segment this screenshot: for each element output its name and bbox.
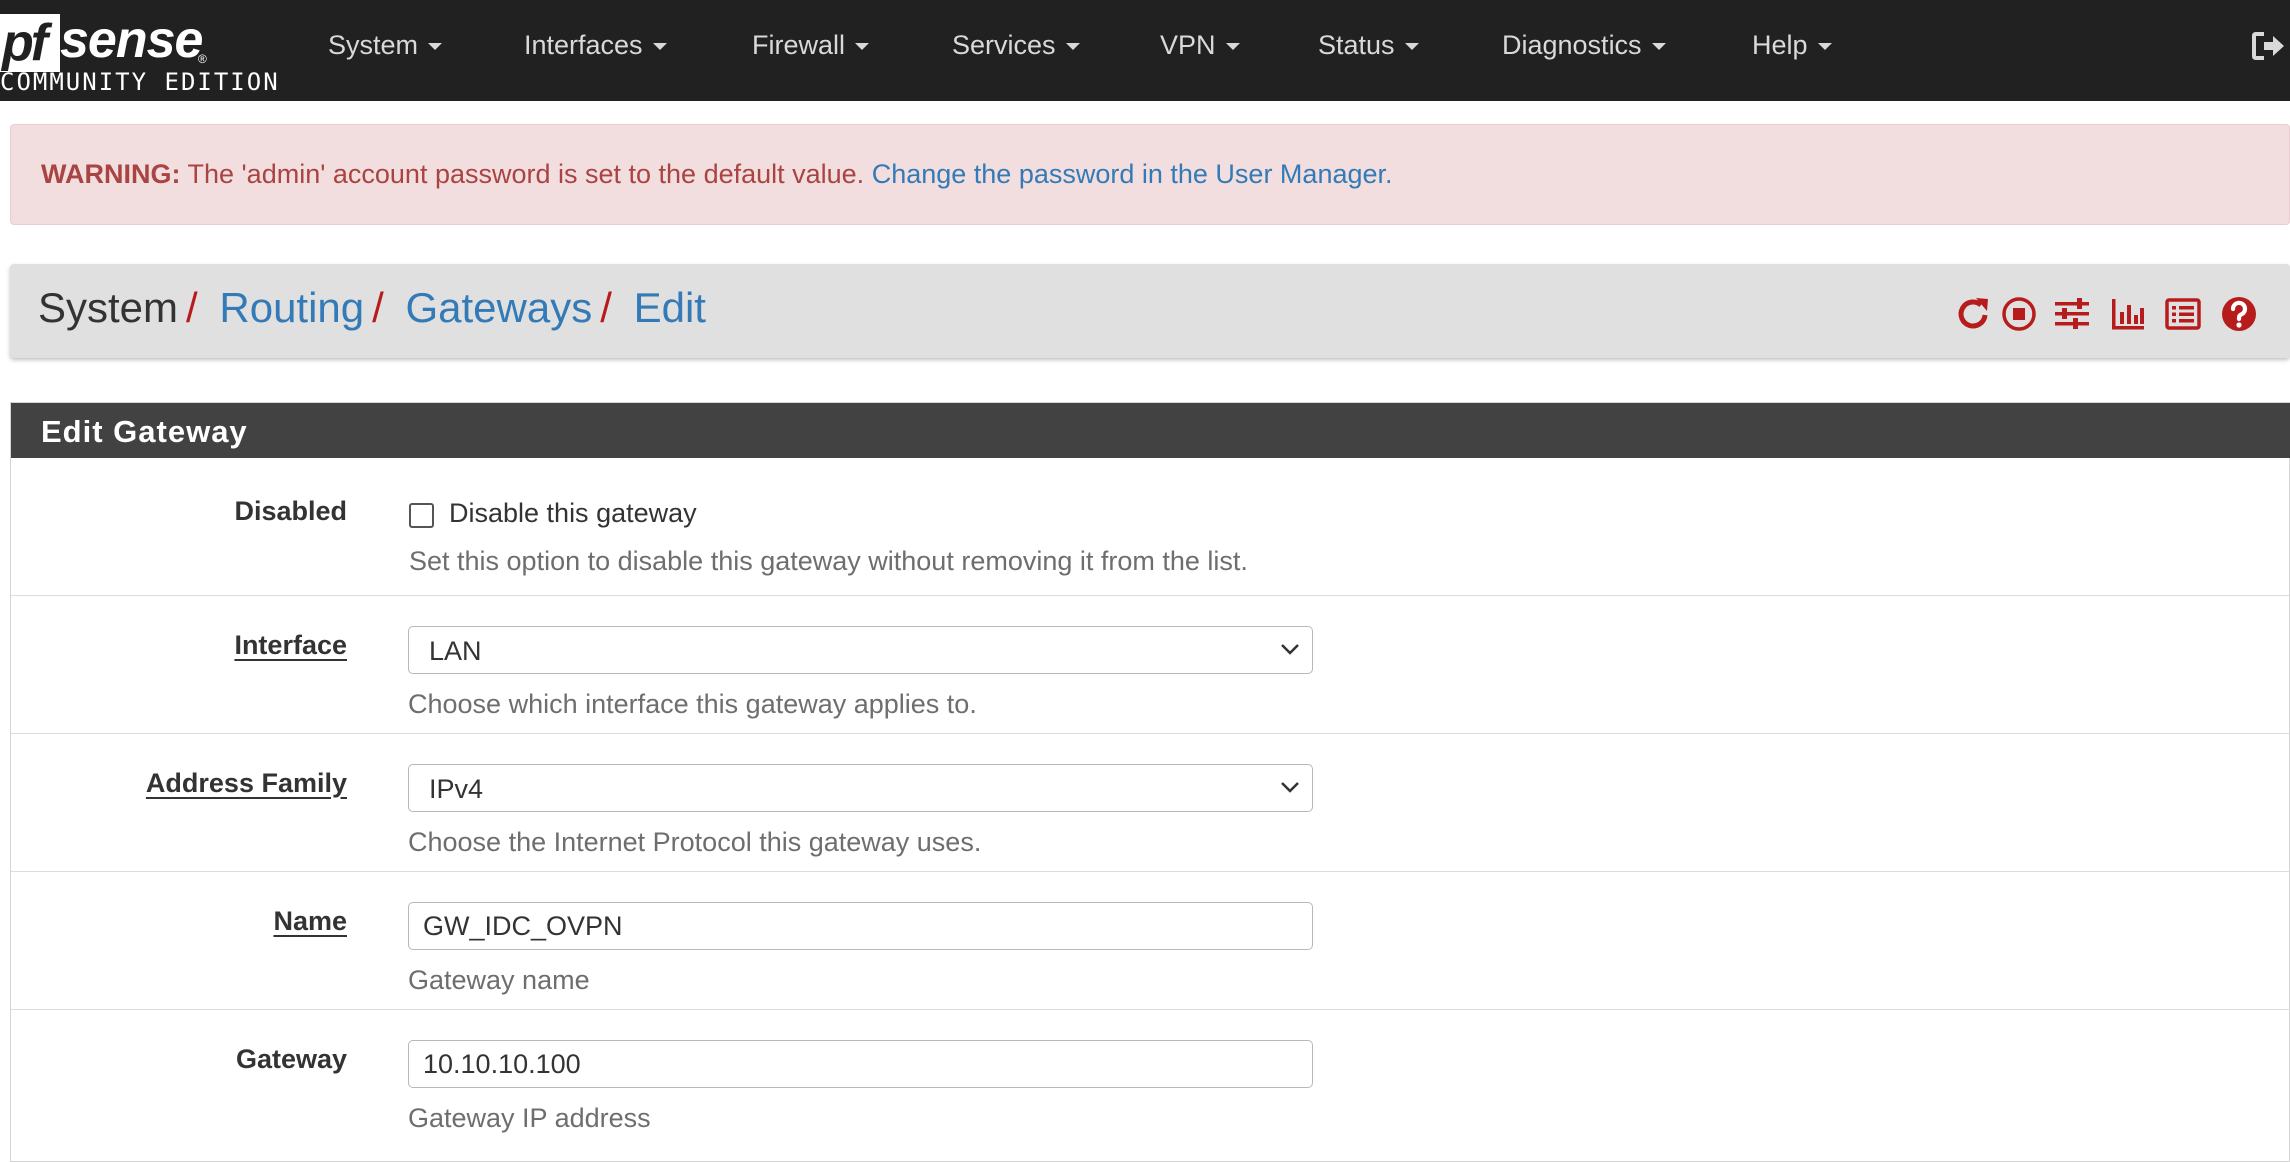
panel-heading: Edit Gateway: [11, 403, 2290, 458]
nav-menu-firewall[interactable]: Firewall: [752, 30, 870, 61]
logo-pf-box: pf: [0, 14, 60, 72]
logo-edition-text: COMMUNITY EDITION: [0, 68, 280, 96]
breadcrumb-routing-link[interactable]: Routing: [219, 284, 364, 331]
nav-menu-status[interactable]: Status: [1318, 30, 1419, 61]
warning-text: WARNING: The 'admin' account password is…: [41, 159, 1393, 190]
gateway-name-input[interactable]: [408, 902, 1313, 950]
nav-menu-label: Status: [1318, 30, 1395, 60]
form-row-name: Name Gateway name: [11, 872, 2290, 1010]
breadcrumb-separator: /: [372, 284, 384, 331]
nav-menu-label: Diagnostics: [1502, 30, 1642, 60]
gateway-ip-input[interactable]: [408, 1040, 1313, 1088]
list-icon[interactable]: [2164, 295, 2202, 333]
caret-down-icon: [1817, 43, 1832, 51]
breadcrumb-separator: /: [600, 284, 612, 331]
breadcrumb-edit-link[interactable]: Edit: [634, 284, 706, 331]
interface-help-text: Choose which interface this gateway appl…: [408, 689, 977, 719]
breadcrumb-gateways-link[interactable]: Gateways: [405, 284, 592, 331]
bar-chart-icon[interactable]: [2109, 295, 2147, 333]
address-family-select[interactable]: IPv4: [408, 764, 1313, 812]
breadcrumb: System / Routing / Gateways / Edit: [38, 284, 706, 332]
caret-down-icon: [855, 43, 870, 51]
disable-gateway-checkbox[interactable]: [409, 503, 434, 528]
nav-menu-label: Help: [1752, 30, 1808, 60]
breadcrumb-system: System: [38, 284, 179, 331]
disabled-help-text: Set this option to disable this gateway …: [409, 546, 1248, 576]
help-circle-icon[interactable]: [2220, 295, 2258, 333]
nav-menu-system[interactable]: System: [328, 30, 443, 61]
address-family-help-text: Choose the Internet Protocol this gatewa…: [408, 827, 982, 857]
nav-menu-label: Firewall: [752, 30, 846, 60]
nav-menu-interfaces[interactable]: Interfaces: [524, 30, 667, 61]
nav-menu-help[interactable]: Help: [1752, 30, 1832, 61]
address-family-label[interactable]: Address Family: [146, 768, 347, 799]
sliders-icon[interactable]: [2053, 295, 2091, 333]
nav-menu-vpn[interactable]: VPN: [1160, 30, 1240, 61]
form-row-disabled: Disabled Disable this gateway Set this o…: [11, 458, 2290, 596]
name-help-text: Gateway name: [408, 965, 590, 995]
form-row-interface: Interface LAN Choose which interface thi…: [11, 596, 2290, 734]
caret-down-icon: [652, 43, 667, 51]
gateway-help-text: Gateway IP address: [408, 1103, 651, 1133]
gateway-label: Gateway: [235, 1044, 347, 1074]
nav-menu-label: Services: [952, 30, 1056, 60]
warning-message: The 'admin' account password is set to t…: [187, 159, 865, 189]
nav-menu-label: VPN: [1160, 30, 1216, 60]
caret-down-icon: [1225, 43, 1240, 51]
default-password-warning: WARNING: The 'admin' account password is…: [10, 124, 2290, 225]
form-row-address-family: Address Family IPv4 Choose the Internet …: [11, 734, 2290, 872]
pfsense-logo[interactable]: pf sense ® COMMUNITY EDITION: [0, 8, 278, 98]
edit-gateway-panel: Edit Gateway Disabled Disable this gatew…: [10, 402, 2290, 1162]
panel-title: Edit Gateway: [41, 414, 248, 449]
logo-registered-mark: ®: [198, 52, 207, 66]
logo-pf-text: pf: [2, 14, 48, 72]
interface-select-value: LAN: [429, 636, 482, 666]
caret-down-icon: [1404, 43, 1419, 51]
form-row-gateway: Gateway Gateway IP address: [11, 1010, 2290, 1160]
warning-prefix: WARNING:: [41, 159, 181, 189]
caret-down-icon: [1065, 43, 1080, 51]
disable-gateway-checkbox-label[interactable]: Disable this gateway: [449, 498, 697, 529]
chevron-down-icon: [1281, 782, 1299, 793]
interface-label[interactable]: Interface: [234, 630, 347, 661]
nav-menu-diagnostics[interactable]: Diagnostics: [1502, 30, 1666, 61]
name-label[interactable]: Name: [273, 906, 347, 937]
caret-down-icon: [428, 43, 443, 51]
interface-select[interactable]: LAN: [408, 626, 1313, 674]
top-navbar: pf sense ® COMMUNITY EDITION System Inte…: [0, 0, 2290, 101]
user-manager-link[interactable]: Change the password in the User Manager.: [872, 159, 1393, 189]
breadcrumb-bar: System / Routing / Gateways / Edit: [10, 264, 2290, 358]
sign-out-icon[interactable]: [2250, 28, 2286, 64]
refresh-icon[interactable]: [1954, 295, 1992, 333]
chevron-down-icon: [1281, 644, 1299, 655]
disabled-label: Disabled: [234, 496, 347, 526]
breadcrumb-separator: /: [186, 284, 198, 331]
nav-menu-label: System: [328, 30, 419, 60]
nav-menu-label: Interfaces: [524, 30, 643, 60]
caret-down-icon: [1651, 43, 1666, 51]
address-family-select-value: IPv4: [429, 774, 484, 804]
nav-menu-services[interactable]: Services: [952, 30, 1080, 61]
logo-sense-text: sense: [60, 11, 203, 69]
stop-circle-icon[interactable]: [2000, 295, 2038, 333]
